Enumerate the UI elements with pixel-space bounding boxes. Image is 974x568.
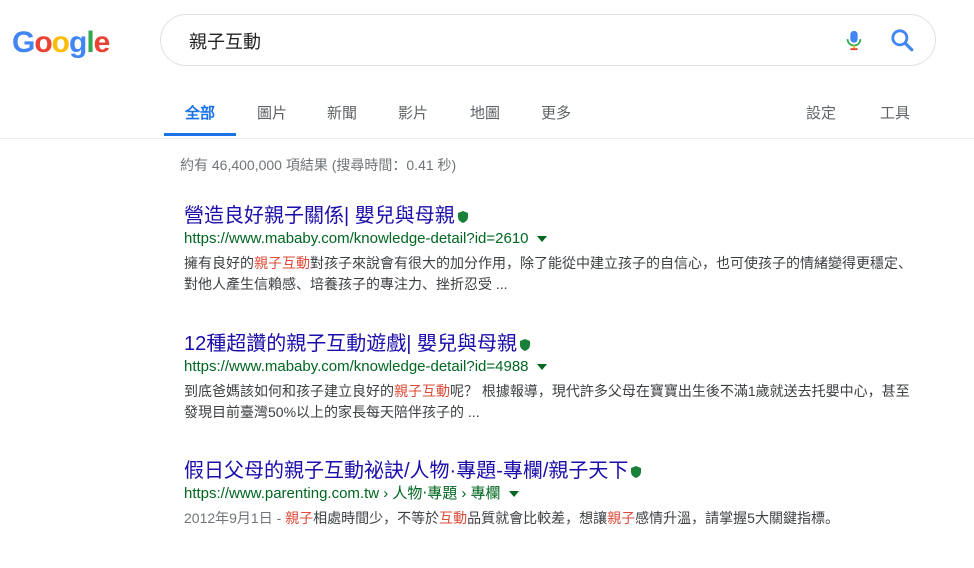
search-result: 營造良好親子關係| 嬰兒與母親 https://www.mababy.com/k… bbox=[184, 203, 924, 295]
search-input[interactable] bbox=[187, 15, 791, 67]
caret-down-icon[interactable] bbox=[508, 491, 519, 498]
result-url-text: https://www.parenting.com.tw bbox=[184, 485, 380, 502]
snippet-text: 感情升溫，請掌握5大關鍵指標。 bbox=[635, 510, 839, 526]
search-result: 12種超讚的親子互動遊戲| 嬰兒與母親 https://www.mababy.c… bbox=[184, 331, 924, 423]
snippet-text: 到底爸媽該如何和孩子建立良好的 bbox=[184, 383, 394, 399]
result-title-link[interactable]: 12種超讚的親子互動遊戲| 嬰兒與母親 bbox=[184, 331, 924, 357]
result-url-text: https://www.mababy.com/knowledge-detail?… bbox=[184, 230, 529, 247]
snippet-highlight: 親子 bbox=[285, 510, 314, 526]
result-url[interactable]: https://www.parenting.com.tw › 人物‧專題 › 專… bbox=[184, 484, 924, 504]
logo-letter: l bbox=[86, 26, 94, 59]
snippet-text: 擁有良好的 bbox=[184, 255, 254, 271]
result-url-text: https://www.mababy.com/knowledge-detail?… bbox=[184, 358, 529, 375]
result-title-link[interactable]: 營造良好親子關係| 嬰兒與母親 bbox=[184, 203, 924, 229]
tab-videos[interactable]: 影片 bbox=[398, 102, 428, 123]
logo-letter: g bbox=[69, 26, 87, 59]
shield-icon bbox=[520, 338, 530, 351]
result-url[interactable]: https://www.mababy.com/knowledge-detail?… bbox=[184, 357, 924, 377]
tab-all[interactable]: 全部 bbox=[185, 102, 215, 123]
search-result: 假日父母的親子互動祕訣/人物·專題-專欄/親子天下 https://www.pa… bbox=[184, 458, 924, 529]
tools-link[interactable]: 工具 bbox=[880, 102, 910, 123]
snippet-highlight: 親子 bbox=[607, 510, 636, 526]
snippet-highlight: 親子互動 bbox=[394, 383, 450, 399]
search-nav: 全部 圖片 新聞 影片 地圖 更多 設定 工具 bbox=[0, 88, 974, 139]
result-title-text: 假日父母的親子互動祕訣/人物·專題-專欄/親子天下 bbox=[184, 460, 629, 482]
result-url[interactable]: https://www.mababy.com/knowledge-detail?… bbox=[184, 229, 924, 249]
caret-down-icon[interactable] bbox=[536, 236, 547, 243]
result-title-text: 營造良好親子關係| 嬰兒與母親 bbox=[184, 205, 455, 227]
logo-letter: e bbox=[93, 26, 111, 59]
settings-link[interactable]: 設定 bbox=[806, 102, 836, 123]
result-snippet: 擁有良好的親子互動對孩子來說會有很大的加分作用，除了能從中建立孩子的自信心，也可… bbox=[184, 253, 919, 295]
tab-news[interactable]: 新聞 bbox=[327, 102, 357, 123]
search-box bbox=[160, 14, 936, 67]
tab-more[interactable]: 更多 bbox=[541, 102, 571, 123]
search-icon[interactable] bbox=[889, 27, 915, 53]
result-title-text: 12種超讚的親子互動遊戲| 嬰兒與母親 bbox=[184, 333, 517, 355]
tab-images[interactable]: 圖片 bbox=[257, 102, 287, 123]
shield-icon bbox=[631, 465, 642, 478]
google-logo[interactable]: Google bbox=[12, 26, 111, 60]
snippet-text: 相處時間少，不等於 bbox=[313, 510, 440, 526]
tab-maps[interactable]: 地圖 bbox=[470, 102, 500, 123]
result-snippet: 2012年9月1日 - 親子相處時間少，不等於互動品質就會比較差，想讓親子感情升… bbox=[184, 508, 919, 529]
shield-icon bbox=[457, 210, 468, 223]
result-date: 2012年9月1日 - bbox=[184, 510, 286, 526]
logo-letter: G bbox=[12, 26, 35, 59]
result-breadcrumb: › 人物‧專題 › 專欄 bbox=[383, 485, 501, 502]
result-title-link[interactable]: 假日父母的親子互動祕訣/人物·專題-專欄/親子天下 bbox=[184, 458, 924, 484]
result-snippet: 到底爸媽該如何和孩子建立良好的親子互動呢？ 根據報導，現代許多父母在寶寶出生後不… bbox=[184, 381, 919, 423]
logo-letter: o bbox=[34, 26, 52, 59]
snippet-text: 品質就會比較差，想讓 bbox=[467, 510, 608, 526]
active-tab-indicator bbox=[164, 133, 236, 136]
logo-letter: o bbox=[51, 26, 70, 59]
caret-down-icon[interactable] bbox=[536, 364, 547, 371]
snippet-highlight: 互動 bbox=[439, 510, 468, 526]
result-stats: 約有 46,400,000 項結果 (搜尋時間：0.41 秒) bbox=[180, 157, 457, 173]
snippet-highlight: 親子互動 bbox=[254, 255, 310, 271]
mic-icon[interactable] bbox=[843, 27, 865, 53]
